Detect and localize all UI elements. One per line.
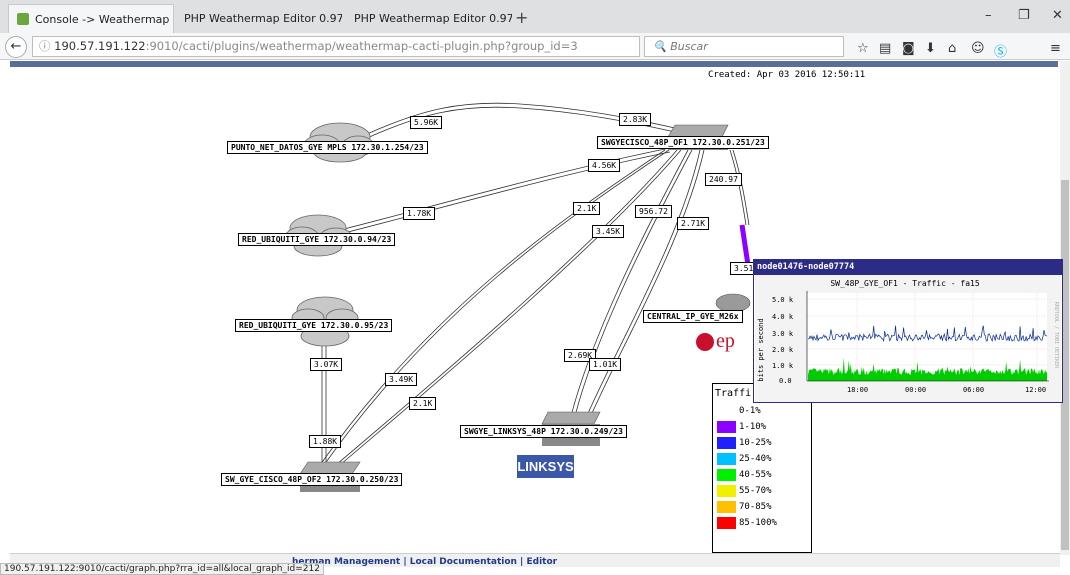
legend-swatch: [717, 405, 736, 417]
legend-item: 40-55%: [717, 468, 772, 482]
graph-ylabel: bits per second: [757, 318, 765, 381]
footer-links[interactable]: herman Management | Local Documentation …: [292, 557, 557, 567]
node-central-ip[interactable]: CENTRAL_IP_GYE_M26x: [643, 310, 743, 323]
link-label[interactable]: 2.1K: [573, 202, 601, 215]
link-label[interactable]: 4.56K: [588, 159, 621, 172]
link-label[interactable]: 240.97: [705, 173, 742, 186]
traffic-legend: Traffi 0-1% 1-10% 10-25% 25-40% 40-55% 5…: [712, 383, 812, 553]
traffic-graph-svg: SW_48P_GYE_OF1 - Traffic - fa15 bits per…: [757, 279, 1059, 394]
link-label[interactable]: 1.01K: [589, 358, 622, 371]
legend-label: 10-25%: [739, 438, 772, 448]
link-label[interactable]: 3.45K: [592, 225, 625, 238]
x-tick: 12:00: [1025, 386, 1046, 394]
node-sw-gye-cisco-of2[interactable]: SW_GYE_CISCO_48P_OF2 172.30.0.250/23: [221, 473, 403, 486]
legend-swatch: [717, 501, 736, 513]
node-red-ubiquiti-95[interactable]: RED_UBIQUITI_GYE 172.30.0.95/23: [235, 319, 393, 332]
x-tick: 18:00: [847, 386, 868, 394]
x-tick: 06:00: [963, 386, 984, 394]
node-red-ubiquiti-94[interactable]: RED_UBIQUITI_GYE 172.30.0.94/23: [238, 233, 396, 246]
elastix-logo-icon: [696, 333, 714, 351]
graph-title: SW_48P_GYE_OF1 - Traffic - fa15: [830, 279, 979, 288]
y-tick: 3.0 k: [772, 330, 794, 338]
graph-area: [807, 293, 1047, 381]
popup-title: node01476-node07774: [754, 260, 1062, 275]
node-swgye-linksys[interactable]: SWGYE_LINKSYS_48P 172.30.0.249/23: [460, 425, 627, 438]
link-label[interactable]: 2.1K: [409, 397, 437, 410]
legend-label: 1-10%: [739, 422, 767, 432]
legend-swatch: [717, 485, 736, 497]
y-tick: 0.0: [779, 377, 792, 385]
legend-label: 0-1%: [739, 406, 761, 416]
elastix-logo-text: ep: [716, 330, 735, 352]
legend-item: 55-70%: [717, 484, 772, 498]
y-tick: 2.0 k: [772, 346, 794, 354]
status-bar-url: 190.57.191.122:9010/cacti/graph.php?rra_…: [0, 563, 324, 575]
link-label[interactable]: 3.07K: [310, 358, 343, 371]
legend-item: 25-40%: [717, 452, 772, 466]
link-label[interactable]: 1.88K: [309, 435, 342, 448]
y-tick: 5.0 k: [772, 296, 794, 304]
link-graph-popup[interactable]: node01476-node07774 SW_48P_GYE_OF1 - Tra…: [753, 259, 1063, 403]
legend-label: 85-100%: [739, 518, 777, 528]
legend-swatch: [717, 517, 736, 529]
legend-label: 70-85%: [739, 502, 772, 512]
link-label[interactable]: 2.71K: [677, 217, 710, 230]
link-label[interactable]: 3.49K: [385, 373, 418, 386]
link-label[interactable]: 2.83K: [619, 113, 652, 126]
legend-swatch: [717, 469, 736, 481]
link-label[interactable]: 956.72: [635, 205, 672, 218]
y-tick: 1.0 k: [772, 362, 794, 370]
legend-item: 1-10%: [717, 420, 766, 434]
legend-swatch: [717, 453, 736, 465]
y-tick: 4.0 k: [772, 313, 794, 321]
x-tick: 00:00: [905, 386, 926, 394]
traffic-graph: SW_48P_GYE_OF1 - Traffic - fa15 bits per…: [755, 275, 1061, 402]
link-label[interactable]: 1.78K: [403, 207, 436, 220]
legend-item: 10-25%: [717, 436, 772, 450]
legend-swatch: [717, 421, 736, 433]
legend-item: 85-100%: [717, 516, 777, 530]
link-label[interactable]: 5.96K: [410, 116, 443, 129]
node-swgyecisco-of1[interactable]: SWGYECISCO_48P_OF1 172.30.0.251/23: [597, 136, 769, 149]
legend-title: Traffi: [715, 388, 752, 399]
created-timestamp: Created: Apr 03 2016 12:50:11: [708, 70, 866, 80]
legend-item: 70-85%: [717, 500, 772, 514]
linksys-logo: LINKSYS: [517, 455, 574, 478]
legend-item: 0-1%: [717, 404, 761, 418]
legend-label: 40-55%: [739, 470, 772, 480]
graph-side-text: RRDTOOL / TOBI OETIKER: [1053, 302, 1059, 369]
legend-label: 25-40%: [739, 454, 772, 464]
legend-swatch: [717, 437, 736, 449]
node-punto-net[interactable]: PUNTO_NET_DATOS_GYE MPLS 172.30.1.254/23: [227, 141, 428, 154]
legend-label: 55-70%: [739, 486, 772, 496]
